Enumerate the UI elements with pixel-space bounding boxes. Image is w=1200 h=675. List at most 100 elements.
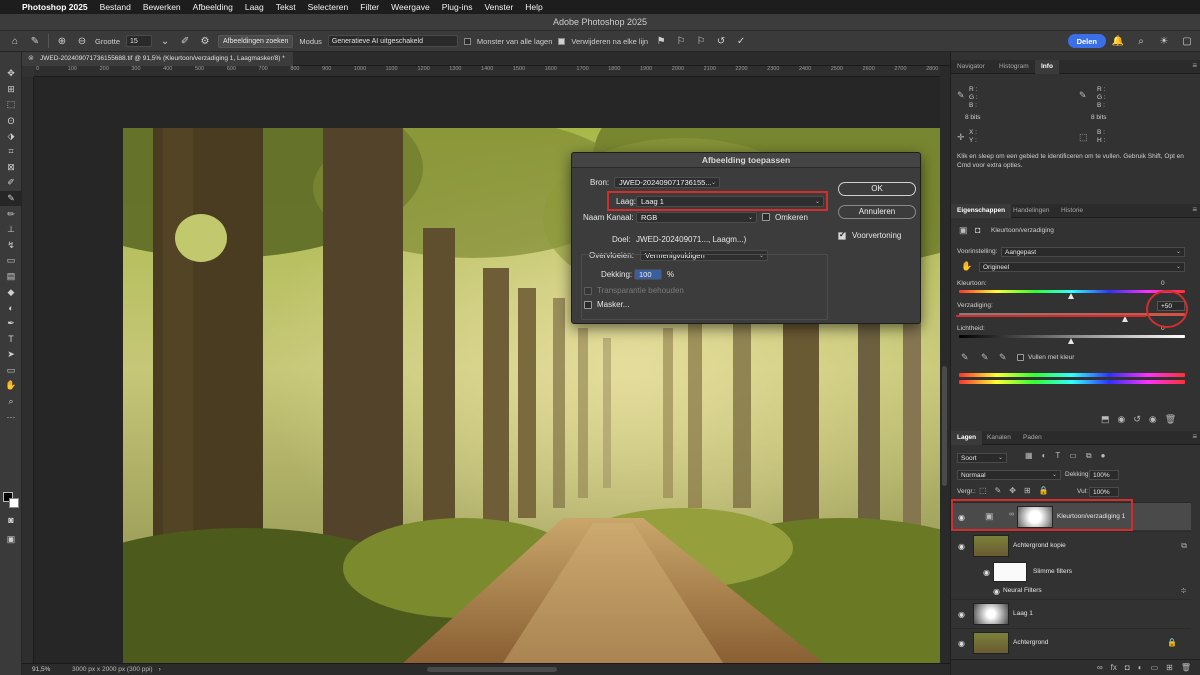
hand-tool-icon[interactable]: ✋ bbox=[0, 378, 22, 394]
eye-icon[interactable]: ◉ bbox=[983, 568, 990, 577]
lock-position-icon[interactable]: ✥ bbox=[1009, 486, 1016, 495]
artboard-tool-icon[interactable]: ⊞ bbox=[0, 82, 22, 98]
eye-icon[interactable]: ◉ bbox=[993, 587, 1000, 596]
screen-mode-icon[interactable]: ▣ bbox=[0, 532, 22, 548]
document-tab[interactable]: ⊗ JWED-20240907173615568​8.tif @ 91,5% (… bbox=[22, 52, 293, 66]
eye-icon[interactable]: ◉ bbox=[958, 542, 965, 551]
colorize-checkbox[interactable] bbox=[1017, 354, 1024, 361]
frame-tool-icon[interactable]: ⊠ bbox=[0, 160, 22, 176]
visibility-preview-icon[interactable]: ◉ bbox=[1118, 414, 1126, 425]
clip-to-layer-icon[interactable]: ⬒ bbox=[1101, 414, 1110, 425]
menu-filter[interactable]: Filter bbox=[360, 2, 379, 12]
menu-bestand[interactable]: Bestand bbox=[100, 2, 131, 12]
tab-channels[interactable]: Kanalen bbox=[981, 431, 1017, 445]
add-mask-icon[interactable]: ◘ bbox=[1125, 663, 1130, 672]
tab-info[interactable]: Info bbox=[1035, 60, 1059, 74]
lock-pixels-icon[interactable]: ✎ bbox=[995, 486, 1002, 495]
dodge-tool-icon[interactable]: ◐ bbox=[0, 300, 22, 316]
pressure-icon[interactable]: ✐ bbox=[178, 34, 192, 48]
layer-row-layer-1[interactable]: ◉ Laag 1 bbox=[951, 599, 1191, 627]
zoom-level[interactable]: 91,5% bbox=[22, 666, 62, 673]
brush-tool-icon[interactable]: ✏ bbox=[0, 206, 22, 222]
channel-select[interactable]: RGB ⌄ bbox=[636, 212, 757, 223]
scroll-thumb[interactable] bbox=[942, 366, 947, 486]
brightness-icon[interactable]: ☀ bbox=[1157, 34, 1171, 48]
blur-tool-icon[interactable]: ◆ bbox=[0, 284, 22, 300]
tab-actions[interactable]: Handelingen bbox=[1007, 204, 1056, 218]
menu-laag[interactable]: Laag bbox=[245, 2, 264, 12]
eye-icon[interactable]: ◉ bbox=[1149, 414, 1157, 425]
vertical-scrollbar[interactable] bbox=[940, 66, 950, 663]
reset-icon[interactable]: ↺ bbox=[1133, 414, 1141, 425]
bell-icon[interactable]: 🔔 bbox=[1111, 34, 1125, 48]
filter-options-icon[interactable]: ≑ bbox=[1180, 586, 1187, 595]
adjustment-filter-icon[interactable]: ◐ bbox=[1042, 451, 1047, 461]
eyedropper-tool-icon[interactable]: ✐ bbox=[0, 175, 22, 191]
zoom-tool-icon[interactable]: ⌕ bbox=[0, 393, 22, 409]
stamp-tool-icon[interactable]: ⊥ bbox=[0, 222, 22, 238]
flag-outline-icon[interactable]: ⚐ bbox=[694, 34, 708, 48]
lasso-tool-icon[interactable]: ʘ bbox=[0, 113, 22, 129]
remove-tool-icon[interactable]: ✎ bbox=[0, 190, 22, 207]
menu-help[interactable]: Help bbox=[525, 2, 542, 12]
home-icon[interactable]: ⌂ bbox=[8, 34, 22, 48]
workspace-icon[interactable]: ▢ bbox=[1180, 34, 1194, 48]
gear-icon[interactable]: ⚙ bbox=[198, 34, 212, 48]
filter-toggle-icon[interactable]: ● bbox=[1101, 451, 1106, 461]
shape-tool-icon[interactable]: ▭ bbox=[0, 362, 22, 378]
ok-button[interactable]: OK bbox=[838, 182, 916, 196]
layer-row-neural-filters[interactable]: ◉ Neural Filters ≑ bbox=[951, 584, 1191, 598]
tab-history[interactable]: Historie bbox=[1055, 204, 1089, 218]
type-filter-icon[interactable]: T bbox=[1055, 451, 1060, 461]
close-icon[interactable]: ⊗ bbox=[28, 52, 34, 66]
layer-thumbnail[interactable] bbox=[973, 603, 1009, 625]
history-brush-tool-icon[interactable]: ↯ bbox=[0, 238, 22, 254]
link-layers-icon[interactable]: ∞ bbox=[1097, 663, 1103, 672]
tab-paths[interactable]: Paden bbox=[1017, 431, 1048, 445]
share-button[interactable]: Delen bbox=[1067, 34, 1106, 48]
chevron-right-icon[interactable]: › bbox=[153, 666, 161, 673]
brush-add-icon[interactable]: ⊕ bbox=[55, 34, 69, 48]
background-color-swatch[interactable] bbox=[9, 498, 19, 508]
eye-icon[interactable]: ◉ bbox=[958, 639, 965, 648]
lightness-slider-thumb[interactable] bbox=[1068, 338, 1074, 344]
panel-menu-icon[interactable]: ≡ bbox=[1192, 204, 1197, 216]
layer-thumbnail[interactable] bbox=[973, 632, 1009, 654]
menu-bewerken[interactable]: Bewerken bbox=[143, 2, 181, 12]
hand-adjust-icon[interactable]: ✋ bbox=[961, 261, 972, 272]
invert-checkbox[interactable] bbox=[762, 213, 770, 221]
remove-after-line-checkbox[interactable] bbox=[558, 37, 566, 45]
chevron-down-icon[interactable]: ⌄ bbox=[158, 34, 172, 48]
eye-icon[interactable]: ◉ bbox=[958, 610, 965, 619]
trash-icon[interactable]: 🗑 bbox=[1181, 663, 1191, 672]
gradient-tool-icon[interactable]: ▤ bbox=[0, 269, 22, 285]
brush-subtract-icon[interactable]: ⊖ bbox=[75, 34, 89, 48]
remove-tool-icon[interactable]: ✎ bbox=[28, 34, 42, 48]
menu-tekst[interactable]: Tekst bbox=[276, 2, 296, 12]
preview-checkbox[interactable] bbox=[838, 230, 846, 240]
undo-icon[interactable]: ↺ bbox=[714, 34, 728, 48]
layer-row-background-copy[interactable]: ◉ Achtergrond kopie ⧉ bbox=[951, 531, 1191, 559]
layer-effects-icon[interactable]: fx bbox=[1111, 663, 1117, 672]
new-adjustment-icon[interactable]: ◐ bbox=[1138, 663, 1143, 672]
crop-tool-icon[interactable]: ⌗ bbox=[0, 144, 22, 160]
smart-object-filter-icon[interactable]: ⧉ bbox=[1086, 451, 1092, 461]
horizontal-scroll-thumb[interactable] bbox=[427, 667, 557, 672]
menu-plugins[interactable]: Plug-ins bbox=[442, 2, 473, 12]
tab-layers[interactable]: Lagen bbox=[951, 431, 983, 445]
hue-slider-thumb[interactable] bbox=[1068, 293, 1074, 299]
channel-select[interactable]: Origineel ⌄ bbox=[979, 262, 1185, 272]
eyedropper-icon[interactable]: ✎ bbox=[961, 352, 969, 363]
object-select-tool-icon[interactable]: ⬗ bbox=[0, 128, 22, 144]
eyedropper-minus-icon[interactable]: ✎ bbox=[999, 352, 1007, 363]
document-info[interactable]: 3000 px x 2000 px (300 ppi) bbox=[62, 666, 153, 673]
vertical-ruler[interactable] bbox=[22, 77, 34, 663]
find-images-button[interactable]: Afbeeldingen zoeken bbox=[218, 34, 294, 48]
menu-weergave[interactable]: Weergave bbox=[391, 2, 430, 12]
source-select[interactable]: JWED-202409071736155... ⌄ bbox=[614, 177, 720, 188]
layer-thumbnail[interactable] bbox=[973, 535, 1009, 557]
pixel-filter-icon[interactable]: ▦ bbox=[1025, 451, 1033, 461]
layer-opacity-field[interactable]: 100% bbox=[1089, 470, 1119, 480]
preset-select[interactable]: Aangepast ⌄ bbox=[1001, 247, 1185, 257]
fill-field[interactable]: 100% bbox=[1089, 487, 1119, 497]
